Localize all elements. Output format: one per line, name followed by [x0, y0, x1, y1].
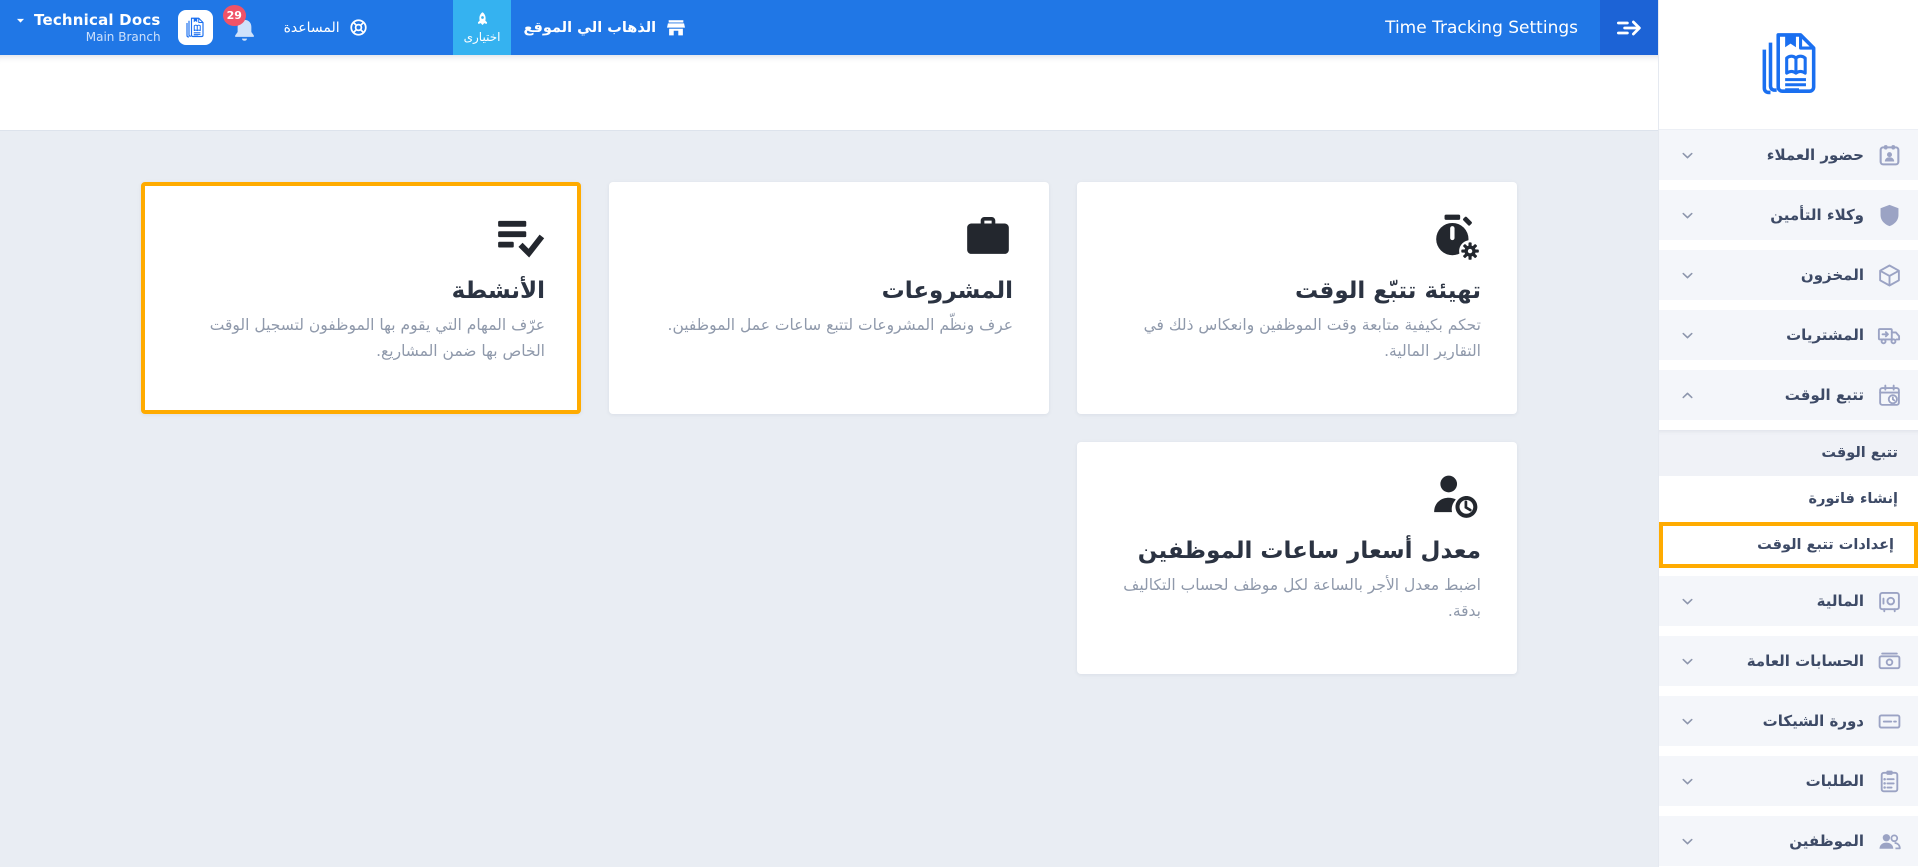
package-cube-icon — [1877, 263, 1902, 288]
people-icon — [1877, 829, 1902, 854]
chevron-down-icon — [1679, 147, 1696, 164]
sidebar-item-label: حضور العملاء — [1766, 146, 1864, 164]
briefcase-icon — [645, 212, 1013, 264]
workspace-switcher[interactable]: Technical Docs Main Branch — [14, 0, 161, 55]
card-employee-hour-rates[interactable]: معدل أسعار ساعات الموظفين اضبط معدل الأج… — [1077, 442, 1517, 674]
time-tracking-submenu: تتبع الوقت إنشاء فاتورة إعدادات تتبع الو… — [1659, 430, 1918, 568]
id-badge-icon — [1877, 143, 1902, 168]
card-title: المشروعات — [881, 278, 1013, 304]
sidebar-item-cheques-cycle[interactable]: دورة الشيكات — [1659, 696, 1918, 746]
clipboard-list-icon — [1877, 769, 1902, 794]
header-spacer — [687, 0, 1385, 55]
sidebar-item-label: الموظفين — [1789, 832, 1864, 850]
double-arrow-right-icon — [1614, 13, 1644, 43]
safe-vault-icon — [1877, 589, 1902, 614]
notifications-button[interactable]: 29 — [222, 5, 258, 44]
chevron-down-icon — [1679, 713, 1696, 730]
trial-tab[interactable]: اختيارى — [452, 0, 512, 55]
submenu-item-create-invoice[interactable]: إنشاء فاتورة — [1659, 476, 1918, 522]
card-description: عرّف المهام التي يقوم بها الموظفون لتسجي… — [209, 316, 545, 360]
sidebar-item-label: تتبع الوقت — [1784, 386, 1864, 404]
chevron-down-icon — [1679, 653, 1696, 670]
sidebar-item-label: المالية — [1816, 592, 1864, 610]
sidebar-item-employees[interactable]: الموظفين — [1659, 816, 1918, 866]
cheque-icon — [1877, 709, 1902, 734]
app-root: Technical Docs Main Branch 29 المساعدة ا… — [0, 0, 1918, 867]
banknote-icon — [1877, 649, 1902, 674]
toolbar-band — [0, 55, 1658, 130]
sidebar-menu: حضور العملاء وكلاء التأمين المخزون المشت… — [1659, 129, 1918, 867]
trial-label: اختيارى — [463, 30, 501, 44]
chevron-up-icon — [1679, 387, 1696, 404]
card-description: تحكم بكيفية متابعة وقت الموظفين وانعكاس … — [1143, 316, 1481, 360]
help-label: المساعدة — [283, 19, 340, 36]
help-button[interactable]: المساعدة — [284, 17, 369, 38]
docs-shortcut-button[interactable] — [177, 10, 213, 45]
page-title: Time Tracking Settings — [1385, 17, 1578, 38]
submenu-item-label: تتبع الوقت — [1821, 445, 1898, 461]
rocket-icon — [474, 11, 491, 28]
delivery-truck-icon — [1877, 323, 1902, 348]
go-to-site-button[interactable]: الذهاب الي الموقع — [523, 17, 687, 39]
docs-icon — [183, 16, 207, 40]
chevron-down-icon — [1679, 773, 1696, 790]
stopwatch-gear-icon — [1113, 212, 1481, 264]
chevron-down-icon — [1679, 593, 1696, 610]
content-area: تهيئة تتبّع الوقت تحكم بكيفية متابعة وقت… — [0, 130, 1658, 867]
go-to-site-label: الذهاب الي الموقع — [523, 19, 657, 36]
sidebar-item-label: الطلبات — [1805, 772, 1864, 790]
collapse-sidebar-button[interactable] — [1600, 0, 1658, 55]
main-column: Technical Docs Main Branch 29 المساعدة ا… — [0, 0, 1658, 867]
sidebar-item-label: دورة الشيكات — [1762, 712, 1864, 730]
card-description: اضبط معدل الأجر بالساعة لكل موظف لحساب ا… — [1123, 576, 1481, 620]
workspace-text: Technical Docs Main Branch — [34, 11, 161, 44]
card-activities[interactable]: الأنشطة عرّف المهام التي يقوم بها الموظف… — [141, 182, 581, 414]
sidebar-item-purchases[interactable]: المشتريات — [1659, 310, 1918, 360]
submenu-item-label: إعدادات تتبع الوقت — [1757, 537, 1894, 553]
sidebar: حضور العملاء وكلاء التأمين المخزون المشت… — [1658, 0, 1918, 867]
sidebar-item-client-attendance[interactable]: حضور العملاء — [1659, 130, 1918, 180]
notification-badge: 29 — [222, 5, 246, 26]
person-clock-icon — [1113, 472, 1481, 524]
shield-icon — [1877, 203, 1902, 228]
submenu-item-time-tracking[interactable]: تتبع الوقت — [1659, 430, 1918, 476]
sidebar-item-insurance-agents[interactable]: وكلاء التأمين — [1659, 190, 1918, 240]
chevron-down-icon — [1679, 267, 1696, 284]
submenu-item-label: إنشاء فاتورة — [1808, 491, 1898, 507]
docs-logo-icon — [1752, 28, 1826, 102]
checklist-check-icon — [177, 212, 545, 264]
sidebar-item-finance[interactable]: المالية — [1659, 576, 1918, 626]
card-description: عرف ونظّم المشروعات لتتبع ساعات عمل المو… — [667, 316, 1013, 334]
sidebar-item-label: وكلاء التأمين — [1770, 206, 1864, 224]
submenu-item-time-tracking-settings[interactable]: إعدادات تتبع الوقت — [1659, 522, 1918, 568]
card-time-tracking-config[interactable]: تهيئة تتبّع الوقت تحكم بكيفية متابعة وقت… — [1077, 182, 1517, 414]
chevron-down-icon — [1679, 327, 1696, 344]
workspace-title: Technical Docs — [34, 11, 161, 29]
lifebuoy-icon — [348, 17, 369, 38]
app-logo[interactable] — [1659, 0, 1918, 129]
calendar-clock-icon — [1877, 383, 1902, 408]
sidebar-item-inventory[interactable]: المخزون — [1659, 250, 1918, 300]
settings-cards-grid: تهيئة تتبّع الوقت تحكم بكيفية متابعة وقت… — [141, 182, 1517, 674]
card-projects[interactable]: المشروعات عرف ونظّم المشروعات لتتبع ساعا… — [609, 182, 1049, 414]
card-title: الأنشطة — [451, 278, 545, 304]
caret-down-icon — [14, 14, 27, 27]
card-title: معدل أسعار ساعات الموظفين — [1137, 538, 1481, 564]
sidebar-item-label: المخزون — [1800, 266, 1864, 284]
top-header: Technical Docs Main Branch 29 المساعدة ا… — [0, 0, 1658, 55]
sidebar-item-general-accounts[interactable]: الحسابات العامة — [1659, 636, 1918, 686]
card-title: تهيئة تتبّع الوقت — [1294, 278, 1481, 304]
chevron-down-icon — [1679, 833, 1696, 850]
sidebar-item-orders[interactable]: الطلبات — [1659, 756, 1918, 806]
sidebar-item-time-tracking[interactable]: تتبع الوقت — [1659, 370, 1918, 420]
sidebar-item-label: الحسابات العامة — [1746, 652, 1864, 670]
storefront-icon — [665, 17, 687, 39]
workspace-subtitle: Main Branch — [85, 30, 161, 44]
sidebar-item-label: المشتريات — [1786, 326, 1864, 344]
chevron-down-icon — [1679, 207, 1696, 224]
